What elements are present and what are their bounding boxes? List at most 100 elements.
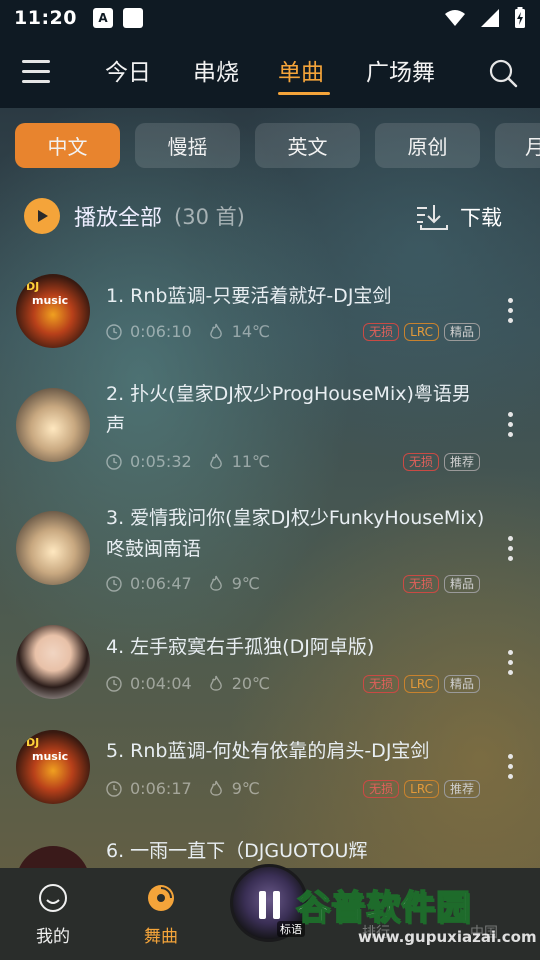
status-time: 11:20 xyxy=(14,7,77,29)
watermark-url: www.gupuxiazai.com xyxy=(358,928,537,946)
chip-slow-rock[interactable]: 慢摇 xyxy=(135,123,240,168)
song-title: 1. Rnb蓝调-只要活着就好-DJ宝剑 xyxy=(106,285,392,307)
song-title: 5. Rnb蓝调-何处有依靠的肩头-DJ宝剑 xyxy=(106,740,430,762)
search-icon[interactable] xyxy=(488,58,518,88)
song-badges: 无损 LRC 精品 xyxy=(363,675,480,693)
badge-lossless: 无损 xyxy=(363,675,400,693)
duration: 0:06:10 xyxy=(130,322,192,341)
nav-mine-label: 我的 xyxy=(36,927,70,947)
cover-text-dj: DJ xyxy=(26,280,40,293)
song-badges: 无损 推荐 xyxy=(402,453,480,471)
list-item[interactable]: 3. 爱情我问你(皇家DJ权少FunkyHouseMix)咚鼓闽南语 0:06:… xyxy=(0,504,540,614)
flame-icon xyxy=(209,453,222,469)
menu-icon[interactable] xyxy=(22,60,50,84)
heat-value: 11℃ xyxy=(231,452,271,471)
app-notification-icon-blank xyxy=(122,8,143,28)
song-title: 3. 爱情我问你(皇家DJ权少FunkyHouseMix)咚鼓闽南语 xyxy=(106,507,485,560)
more-options-icon[interactable] xyxy=(506,412,514,437)
cover-text-dj: DJ xyxy=(26,736,40,749)
list-item[interactable]: 6. 一雨一直下（DJGUOTOU辉 xyxy=(0,834,540,868)
badge-lossless: 无损 xyxy=(402,575,439,593)
heat-value: 20℃ xyxy=(231,674,271,693)
tab-today[interactable]: 今日 xyxy=(105,53,151,87)
clock-icon xyxy=(106,453,122,470)
album-cover: DJ music xyxy=(16,730,90,804)
list-item[interactable]: 4. 左手寂寞右手孤独(DJ阿卓版) 0:04:04 20℃ 无损 LRC 精品 xyxy=(0,620,540,716)
nav-dance-music-label: 舞曲 xyxy=(144,927,178,947)
more-options-icon[interactable] xyxy=(506,536,514,561)
chip-partial[interactable]: 月 xyxy=(495,123,540,168)
chip-original[interactable]: 原创 xyxy=(375,123,480,168)
badge-lossless: 无损 xyxy=(402,453,439,471)
chip-chinese[interactable]: 中文 xyxy=(15,123,120,168)
song-meta: 0:04:04 20℃ xyxy=(106,674,270,693)
status-bar: 11:20 A xyxy=(0,0,540,36)
song-badges: 无损 精品 xyxy=(402,575,480,593)
song-meta: 0:06:47 9℃ xyxy=(106,574,260,593)
more-options-icon[interactable] xyxy=(506,650,514,675)
heat-value: 9℃ xyxy=(231,779,260,798)
album-cover xyxy=(16,846,90,868)
tab-single[interactable]: 单曲 xyxy=(278,53,324,87)
song-title: 4. 左手寂寞右手孤独(DJ阿卓版) xyxy=(106,636,375,658)
watermark-title: 谷普软件园 xyxy=(295,887,471,929)
cover-text-music: music xyxy=(32,294,69,307)
clock-icon xyxy=(106,323,122,340)
flame-icon xyxy=(209,780,222,796)
song-title: 6. 一雨一直下（DJGUOTOU辉 xyxy=(106,840,368,862)
download-label: 下载 xyxy=(460,206,502,230)
cell-signal-icon xyxy=(481,9,499,27)
battery-icon xyxy=(515,7,525,28)
pause-icon[interactable] xyxy=(259,891,283,919)
play-all-label: 播放全部 xyxy=(74,206,163,231)
play-icon xyxy=(24,198,60,234)
status-icons xyxy=(444,7,526,29)
top-navigation: 今日 串烧 单曲 广场舞 xyxy=(0,36,540,108)
clock-icon xyxy=(106,575,122,592)
active-tab-indicator xyxy=(278,92,330,95)
badge-lossless: 无损 xyxy=(363,323,400,341)
tab-medley[interactable]: 串烧 xyxy=(193,53,239,87)
list-item[interactable]: 2. 扑火(皇家DJ权少ProgHouseMix)粤语男声 0:05:32 11… xyxy=(0,382,540,492)
duration: 0:06:47 xyxy=(130,574,192,593)
chip-english[interactable]: 英文 xyxy=(255,123,360,168)
album-cover xyxy=(16,388,90,462)
more-options-icon[interactable] xyxy=(506,298,514,323)
more-options-icon[interactable] xyxy=(506,754,514,779)
song-meta: 0:05:32 11℃ xyxy=(106,452,270,471)
song-badges: 无损 LRC 推荐 xyxy=(363,780,480,798)
badge-recommended: 推荐 xyxy=(443,780,480,798)
flame-icon xyxy=(209,323,222,339)
song-meta: 0:06:17 9℃ xyxy=(106,779,260,798)
badge-premium: 精品 xyxy=(443,323,480,341)
clock-icon xyxy=(106,675,122,692)
badge-lrc: LRC xyxy=(404,675,439,693)
badge-recommended: 推荐 xyxy=(443,453,480,471)
list-item[interactable]: DJ music 5. Rnb蓝调-何处有依靠的肩头-DJ宝剑 0:06:17 … xyxy=(0,724,540,824)
album-cover: DJ music xyxy=(16,274,90,348)
watermark: 谷普软件园 www.gupuxiazai.com xyxy=(295,880,540,950)
song-count: (30 首) xyxy=(174,205,245,229)
album-cover xyxy=(16,511,90,585)
cover-text-music: music xyxy=(32,750,69,763)
song-meta: 0:06:10 14℃ xyxy=(106,322,270,341)
smiley-icon xyxy=(39,884,67,912)
play-all-button[interactable]: 播放全部 (30 首) xyxy=(24,198,245,234)
flame-icon xyxy=(209,575,222,591)
tab-square-dance[interactable]: 广场舞 xyxy=(366,53,435,87)
nav-dance-music[interactable]: 舞曲 xyxy=(144,882,178,947)
list-item[interactable]: DJ music 1. Rnb蓝调-只要活着就好-DJ宝剑 0:06:10 14… xyxy=(0,266,540,362)
nav-mine[interactable]: 我的 xyxy=(36,882,70,947)
song-title: 2. 扑火(皇家DJ权少ProgHouseMix)粤语男声 xyxy=(106,383,471,436)
badge-premium: 精品 xyxy=(443,675,480,693)
wifi-icon xyxy=(445,10,465,26)
disc-icon xyxy=(148,885,174,911)
album-cover xyxy=(16,625,90,699)
download-button[interactable]: 下载 xyxy=(414,202,502,232)
heat-value: 14℃ xyxy=(231,322,271,341)
badge-lrc: LRC xyxy=(404,323,439,341)
flame-icon xyxy=(209,675,222,691)
badge-premium: 精品 xyxy=(443,575,480,593)
song-badges: 无损 LRC 精品 xyxy=(363,323,480,341)
clock-icon xyxy=(106,780,122,797)
